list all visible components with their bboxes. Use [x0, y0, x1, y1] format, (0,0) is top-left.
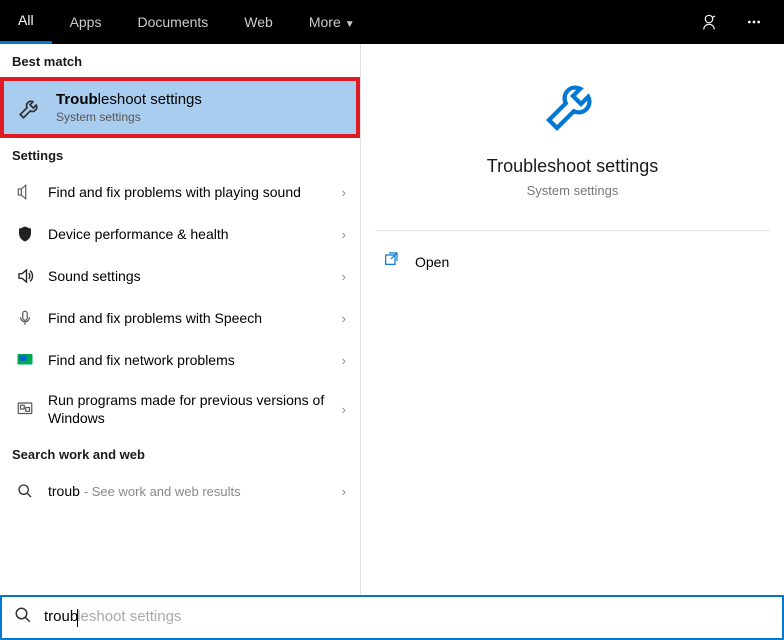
list-item-label: troub - See work and web results [48, 482, 342, 501]
chevron-right-icon: › [342, 402, 346, 417]
main-content: Best match Troubleshoot settings System … [0, 44, 784, 595]
settings-item-device-health[interactable]: Device performance & health › [0, 213, 360, 255]
section-best-match: Best match [0, 44, 360, 77]
search-icon [14, 480, 36, 502]
chevron-right-icon: › [342, 227, 346, 242]
divider [375, 230, 770, 231]
tabs-group: All Apps Documents Web More▼ [0, 0, 373, 44]
list-item-label: Find and fix problems with Speech [48, 309, 342, 327]
preview-title: Troubleshoot settings [361, 156, 784, 177]
chevron-down-icon: ▼ [345, 19, 355, 30]
list-item-label: Device performance & health [48, 225, 342, 243]
search-input[interactable]: troubleshoot settings [44, 608, 770, 626]
list-item-label: Run programs made for previous versions … [48, 391, 342, 427]
settings-item-sound[interactable]: Sound settings › [0, 255, 360, 297]
tab-apps[interactable]: Apps [52, 0, 120, 44]
microphone-icon [14, 307, 36, 329]
chevron-right-icon: › [342, 269, 346, 284]
list-item-label: Find and fix problems with playing sound [48, 183, 342, 201]
open-action[interactable]: Open [361, 241, 784, 282]
settings-item-compatibility[interactable]: Run programs made for previous versions … [0, 381, 360, 437]
section-settings: Settings [0, 138, 360, 171]
list-item-label: Find and fix network problems [48, 351, 342, 369]
web-result-item[interactable]: troub - See work and web results › [0, 470, 360, 512]
chevron-right-icon: › [342, 311, 346, 326]
tab-all[interactable]: All [0, 0, 52, 44]
wrench-icon [537, 68, 609, 140]
chevron-right-icon: › [342, 484, 346, 499]
top-tab-bar: All Apps Documents Web More▼ [0, 0, 784, 44]
chevron-right-icon: › [342, 185, 346, 200]
settings-item-speech[interactable]: Find and fix problems with Speech › [0, 297, 360, 339]
wrench-icon [16, 94, 44, 122]
tab-more[interactable]: More▼ [291, 0, 373, 44]
tab-documents[interactable]: Documents [119, 0, 226, 44]
best-match-result[interactable]: Troubleshoot settings System settings [0, 77, 360, 138]
top-right-group [686, 0, 784, 44]
speaker-icon [14, 265, 36, 287]
speaker-fix-icon [14, 181, 36, 203]
best-match-text: Troubleshoot settings System settings [56, 91, 202, 124]
list-item-label: Sound settings [48, 267, 342, 285]
more-options-icon[interactable] [732, 0, 776, 44]
open-label: Open [415, 254, 449, 270]
results-panel: Best match Troubleshoot settings System … [0, 44, 360, 595]
preview-subtitle: System settings [361, 183, 784, 198]
network-icon [14, 349, 36, 371]
feedback-icon[interactable] [686, 0, 732, 44]
chevron-right-icon: › [342, 353, 346, 368]
search-icon [14, 606, 32, 629]
compatibility-icon [14, 398, 36, 420]
shield-icon [14, 223, 36, 245]
search-bar[interactable]: troubleshoot settings [0, 595, 784, 640]
tab-web[interactable]: Web [226, 0, 291, 44]
settings-item-playing-sound[interactable]: Find and fix problems with playing sound… [0, 171, 360, 213]
open-icon [383, 251, 401, 272]
preview-panel: Troubleshoot settings System settings Op… [360, 44, 784, 595]
section-search-web: Search work and web [0, 437, 360, 470]
settings-item-network[interactable]: Find and fix network problems › [0, 339, 360, 381]
